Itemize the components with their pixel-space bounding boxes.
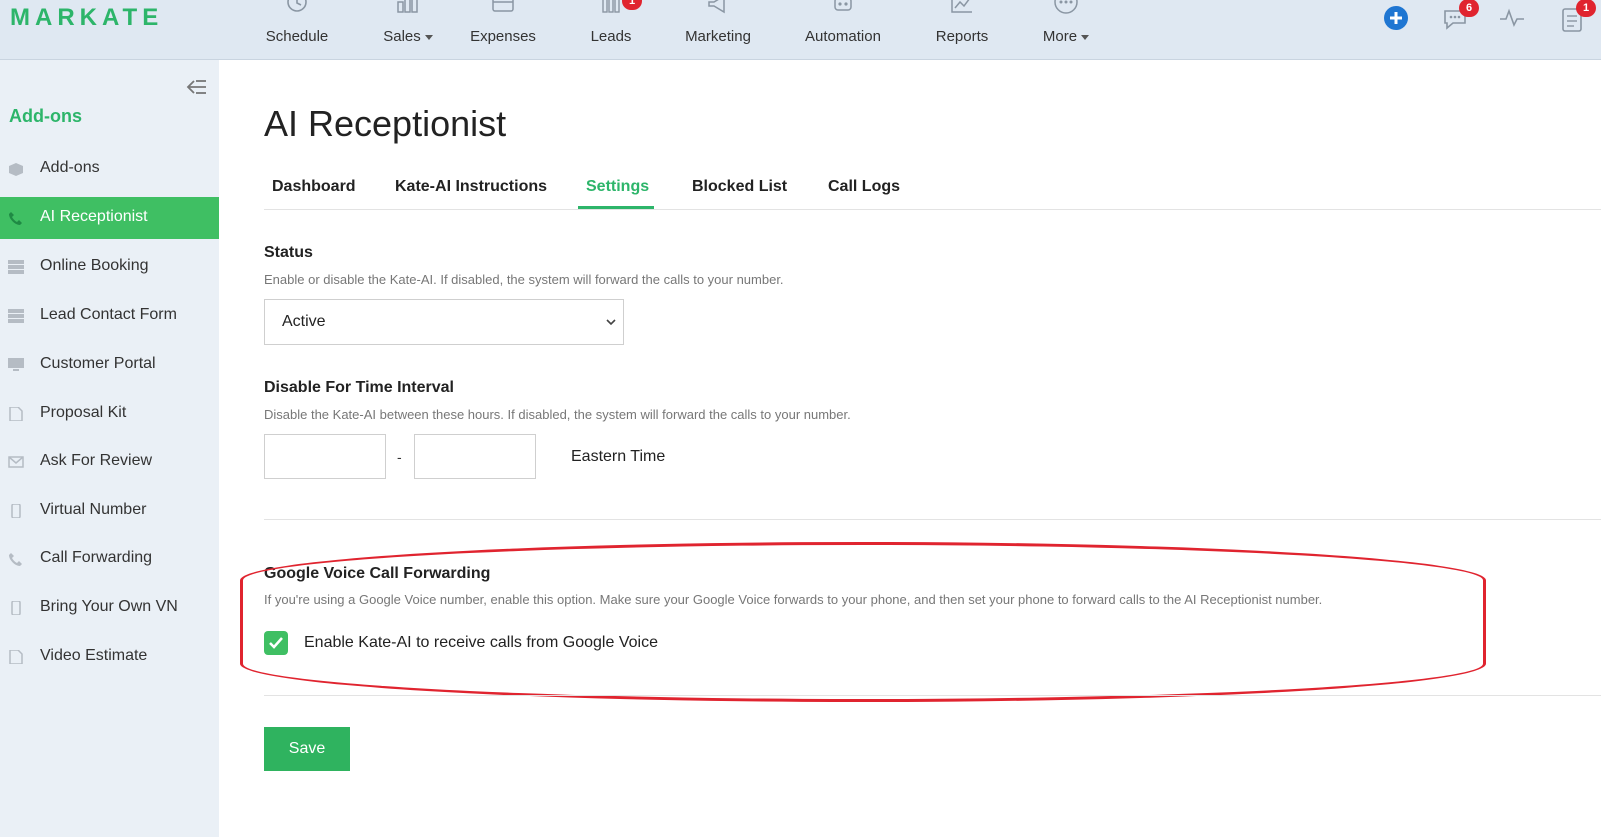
envelope-icon [8, 456, 24, 468]
nav-marketing[interactable]: Marketing [680, 0, 756, 60]
sidebar-item-label: Bring Your Own VN [40, 598, 178, 615]
nav-label: Leads [590, 28, 632, 45]
document-icon [9, 650, 23, 664]
nav-automation[interactable]: Automation [797, 0, 889, 60]
document-icon [9, 407, 23, 421]
sidebar-item-ai-receptionist[interactable]: AI Receptionist [0, 197, 219, 239]
tab-settings[interactable]: Settings [586, 178, 649, 196]
chevron-down-icon [424, 34, 433, 40]
nav-label: Schedule [265, 28, 329, 45]
google-voice-label: Google Voice Call Forwarding [264, 565, 491, 582]
sidebar-item-label: Proposal Kit [40, 404, 127, 421]
mobile-icon [11, 601, 21, 615]
interval-separator: - [397, 449, 402, 465]
mobile-icon [11, 504, 21, 518]
interval-start-input[interactable] [264, 434, 386, 479]
sidebar-item-lead-contact-form[interactable]: Lead Contact Form [0, 295, 219, 337]
robot-icon [834, 0, 852, 11]
tab-dashboard[interactable]: Dashboard [272, 178, 356, 196]
sidebar-item-bring-your-own-vn[interactable]: Bring Your Own VN [0, 587, 219, 629]
messages-badge: 6 [1459, 0, 1479, 17]
server-icon [8, 309, 24, 323]
markate-logo[interactable]: MARKATE [10, 4, 163, 32]
nav-label: Expenses [470, 28, 536, 45]
page-title: AI Receptionist [264, 103, 507, 144]
sidebar-item-online-booking[interactable]: Online Booking [0, 246, 219, 288]
chevron-down-icon [606, 319, 616, 326]
phone-icon [9, 553, 22, 566]
sidebar-item-label: Lead Contact Form [40, 306, 177, 323]
interval-help-text: Disable the Kate-AI between these hours.… [264, 407, 851, 422]
sidebar-item-label: Call Forwarding [40, 549, 153, 566]
nav-label: Sales [376, 28, 440, 45]
sidebar-item-call-forwarding[interactable]: Call Forwarding [0, 538, 219, 580]
clock-icon [287, 0, 307, 12]
tab-kate-ai-instructions[interactable]: Kate-AI Instructions [395, 178, 547, 196]
sidebar-item-label: Add-ons [40, 159, 100, 176]
status-help-text: Enable or disable the Kate-AI. If disabl… [264, 272, 784, 287]
sidebar-item-label: Customer Portal [40, 355, 156, 372]
section-divider [264, 519, 1601, 520]
status-label: Status [264, 244, 313, 261]
line-chart-icon [951, 0, 972, 13]
add-plus-icon[interactable] [1383, 5, 1409, 31]
interval-label: Disable For Time Interval [264, 379, 454, 396]
box-icon [9, 163, 23, 176]
google-voice-checkbox[interactable] [264, 631, 288, 655]
sidebar-item-label: Ask For Review [40, 452, 153, 469]
nav-label: More [1036, 28, 1096, 45]
nav-label: Automation [805, 28, 881, 45]
monitor-icon [8, 358, 24, 371]
sidebar-item-proposal-kit[interactable]: Proposal Kit [0, 393, 219, 435]
sidebar-item-customer-portal[interactable]: Customer Portal [0, 344, 219, 386]
sidebar-item-virtual-number[interactable]: Virtual Number [0, 490, 219, 532]
nav-leads[interactable]: 1 Leads [578, 0, 644, 60]
megaphone-icon [708, 0, 725, 14]
more-dots-icon [1054, 0, 1078, 14]
sidebar-item-label: Video Estimate [40, 647, 148, 664]
checkmark-icon [269, 637, 283, 649]
nav-label: Marketing [685, 28, 751, 45]
sidebar-item-label: Online Booking [40, 257, 149, 274]
nav-sales[interactable]: Sales [376, 0, 440, 60]
interval-end-input[interactable] [414, 434, 536, 479]
bar-chart-icon [397, 0, 418, 13]
top-navbar: MARKATE Schedule Sales Expenses 1 Leads … [0, 0, 1601, 60]
nav-more[interactable]: More [1036, 0, 1096, 60]
timezone-label: Eastern Time [571, 448, 666, 465]
google-voice-help-text: If you're using a Google Voice number, e… [264, 592, 1323, 607]
phone-icon [9, 212, 22, 225]
nav-reports[interactable]: Reports [928, 0, 996, 60]
status-select[interactable]: Active [264, 299, 624, 345]
google-voice-checkbox-label[interactable]: Enable Kate-AI to receive calls from Goo… [304, 634, 658, 652]
tab-blocked-list[interactable]: Blocked List [692, 178, 787, 196]
status-select-value: Active [282, 313, 326, 330]
tasks-button[interactable]: 1 [1560, 0, 1596, 33]
sidebar-item-label: Virtual Number [40, 501, 147, 518]
settings-tabs: Dashboard Kate-AI Instructions Settings … [264, 168, 1601, 210]
section-divider [264, 695, 1601, 696]
sidebar-title: Add-ons [9, 106, 82, 126]
messages-button[interactable]: 6 [1441, 0, 1479, 33]
collapse-sidebar-icon[interactable] [186, 78, 208, 96]
sidebar-item-ask-for-review[interactable]: Ask For Review [0, 441, 219, 483]
active-tab-indicator [578, 206, 654, 209]
tab-call-logs[interactable]: Call Logs [828, 178, 900, 196]
server-icon [8, 260, 24, 274]
sidebar-item-add-ons[interactable]: Add-ons [0, 148, 219, 190]
nav-expenses[interactable]: Expenses [466, 0, 540, 60]
nav-label: Reports [935, 28, 989, 45]
nav-schedule[interactable]: Schedule [262, 0, 332, 60]
sidebar-item-video-estimate[interactable]: Video Estimate [0, 636, 219, 678]
activity-pulse-icon[interactable] [1499, 5, 1525, 31]
chevron-down-icon [1081, 34, 1090, 40]
tasks-badge: 1 [1576, 0, 1596, 17]
save-button[interactable]: Save [264, 727, 350, 771]
sidebar-item-label: AI Receptionist [40, 208, 148, 225]
wallet-icon [492, 0, 514, 12]
sidebar: Add-ons Add-ons AI Receptionist Online B… [0, 60, 219, 837]
